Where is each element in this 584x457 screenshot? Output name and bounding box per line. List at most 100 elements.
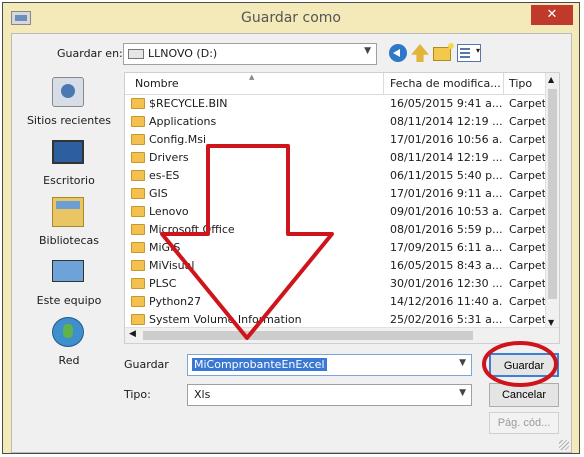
scroll-thumb[interactable] xyxy=(143,331,473,340)
folder-icon xyxy=(131,116,145,127)
item-name: $RECYCLE.BIN xyxy=(149,97,228,110)
folder-icon xyxy=(131,260,145,271)
new-folder-icon[interactable] xyxy=(433,43,454,61)
item-date: 08/11/2014 12:19 ... xyxy=(390,115,502,128)
filename-input[interactable]: MiComprobanteEnExcel ▼ xyxy=(187,354,472,376)
scroll-up-icon[interactable]: ▲ xyxy=(548,75,554,84)
column-header-type[interactable]: Tipo xyxy=(509,77,532,90)
list-item[interactable]: MiVisual 16/05/2015 8:43 a... Carpet xyxy=(125,257,546,275)
list-item[interactable]: Lenovo 09/01/2016 10:53 a... Carpet xyxy=(125,203,546,221)
view-menu-icon[interactable] xyxy=(457,44,481,62)
window-title: Guardar como xyxy=(241,10,341,26)
item-date: 25/02/2016 5:31 a... xyxy=(390,313,502,326)
column-divider[interactable] xyxy=(503,73,504,95)
list-item[interactable]: Microsoft Office 08/01/2016 5:59 p... Carp… xyxy=(125,221,546,239)
list-header: Nombre ▲ Fecha de modifica... Tipo xyxy=(125,73,559,95)
code-page-button[interactable]: Pág. cód... xyxy=(489,412,559,434)
item-name: es-ES xyxy=(149,169,180,182)
filetype-dropdown[interactable]: Xls ▼ xyxy=(187,384,472,406)
folder-icon xyxy=(131,170,145,181)
item-name: Python27 xyxy=(149,295,202,308)
list-item[interactable]: GIS 17/01/2016 9:11 a... Carpet xyxy=(125,185,546,203)
item-date: 06/11/2015 5:40 p... xyxy=(390,169,502,182)
item-type: Carpet xyxy=(509,313,547,326)
item-date: 08/01/2016 5:59 p... xyxy=(390,223,502,236)
save-in-row: Guardar en: LLNOVO (D:) ▼ xyxy=(12,42,571,66)
folder-icon xyxy=(131,278,145,289)
place-label: Escritorio xyxy=(43,174,95,187)
item-name: Applications xyxy=(149,115,217,128)
chevron-down-icon: ▼ xyxy=(459,388,466,398)
list-item[interactable]: PLSC 30/01/2016 12:30 ... Carpet xyxy=(125,275,546,293)
recent-places-icon xyxy=(52,77,84,107)
item-type: Carpet xyxy=(509,187,547,200)
close-button[interactable]: ✕ xyxy=(531,5,573,25)
folder-icon xyxy=(131,206,145,217)
item-date: 14/12/2016 11:40 a... xyxy=(390,295,502,308)
item-date: 09/01/2016 10:53 a... xyxy=(390,205,502,218)
item-name: Drivers xyxy=(149,151,189,164)
list-item[interactable]: Drivers 08/11/2014 12:19 ... Carpet xyxy=(125,149,546,167)
item-type: Carpet xyxy=(509,295,547,308)
item-name: MiGIS xyxy=(149,241,181,254)
item-type: Carpet xyxy=(509,259,547,272)
folder-icon xyxy=(131,134,145,145)
scroll-thumb[interactable] xyxy=(548,89,557,299)
horizontal-scrollbar[interactable]: ◀ xyxy=(125,327,559,343)
chevron-down-icon[interactable]: ▼ xyxy=(459,358,466,368)
column-header-name[interactable]: Nombre xyxy=(135,77,179,90)
location-value: LLNOVO (D:) xyxy=(148,47,218,60)
folder-icon xyxy=(131,314,145,325)
place-desktop[interactable]: Escritorio xyxy=(22,132,116,192)
list-item[interactable]: MiGIS 17/09/2015 6:11 a... Carpet xyxy=(125,239,546,257)
item-name: PLSC xyxy=(149,277,177,290)
item-date: 17/01/2016 10:56 a... xyxy=(390,133,502,146)
place-libraries[interactable]: Bibliotecas xyxy=(22,192,116,252)
list-item[interactable]: Applications 08/11/2014 12:19 ... Carpet xyxy=(125,113,546,131)
scroll-down-icon[interactable]: ▼ xyxy=(548,318,554,327)
up-folder-icon[interactable] xyxy=(411,44,429,62)
back-icon[interactable] xyxy=(389,44,407,62)
file-list[interactable]: Nombre ▲ Fecha de modifica... Tipo $RECY… xyxy=(124,72,560,344)
folder-icon xyxy=(131,242,145,253)
item-date: 30/01/2016 12:30 ... xyxy=(390,277,502,290)
list-item[interactable]: Config.Msi 17/01/2016 10:56 a... Carpet xyxy=(125,131,546,149)
list-item[interactable]: $RECYCLE.BIN 16/05/2015 9:41 a... Carpet xyxy=(125,95,546,113)
folder-icon xyxy=(131,224,145,235)
item-type: Carpet xyxy=(509,97,547,110)
title-bar[interactable]: Guardar como ✕ xyxy=(3,3,579,33)
filetype-label: Tipo: xyxy=(124,388,151,401)
folder-icon xyxy=(131,152,145,163)
filename-label: Guardar xyxy=(124,358,169,371)
item-type: Carpet xyxy=(509,169,547,182)
column-divider[interactable] xyxy=(383,73,384,95)
item-name: Config.Msi xyxy=(149,133,207,146)
sort-indicator-icon: ▲ xyxy=(249,73,255,81)
place-label: Bibliotecas xyxy=(38,234,100,247)
item-name: Microsoft Office xyxy=(149,223,235,236)
list-item[interactable]: Python27 14/12/2016 11:40 a... Carpet xyxy=(125,293,546,311)
item-type: Carpet xyxy=(509,223,547,236)
close-icon: ✕ xyxy=(546,7,558,22)
save-button[interactable]: Guardar xyxy=(489,353,559,377)
item-type: Carpet xyxy=(509,115,547,128)
scroll-left-icon[interactable]: ◀ xyxy=(129,329,136,339)
place-recent[interactable]: Sitios recientes xyxy=(22,72,116,132)
item-date: 16/05/2015 8:43 a... xyxy=(390,259,502,272)
item-name: System Volume Information xyxy=(149,313,302,326)
item-type: Carpet xyxy=(509,205,547,218)
column-header-date[interactable]: Fecha de modifica... xyxy=(390,77,501,90)
save-as-dialog: Guardar como ✕ Guardar en: LLNOVO (D:) ▼… xyxy=(2,2,580,454)
resize-grip-icon[interactable] xyxy=(559,440,569,450)
places-bar: Sitios recientes Escritorio Bibliotecas … xyxy=(22,72,116,372)
place-computer[interactable]: Este equipo xyxy=(22,252,116,312)
place-label: Este equipo xyxy=(36,294,102,307)
place-network[interactable]: Red xyxy=(22,312,116,372)
folder-icon xyxy=(131,296,145,307)
vertical-scrollbar[interactable]: ▲ ▼ xyxy=(545,73,559,329)
item-type: Carpet xyxy=(509,277,547,290)
cancel-button[interactable]: Cancelar xyxy=(489,383,559,407)
list-item[interactable]: es-ES 06/11/2015 5:40 p... Carpet xyxy=(125,167,546,185)
network-icon xyxy=(52,317,84,347)
location-dropdown[interactable]: LLNOVO (D:) ▼ xyxy=(123,43,377,65)
